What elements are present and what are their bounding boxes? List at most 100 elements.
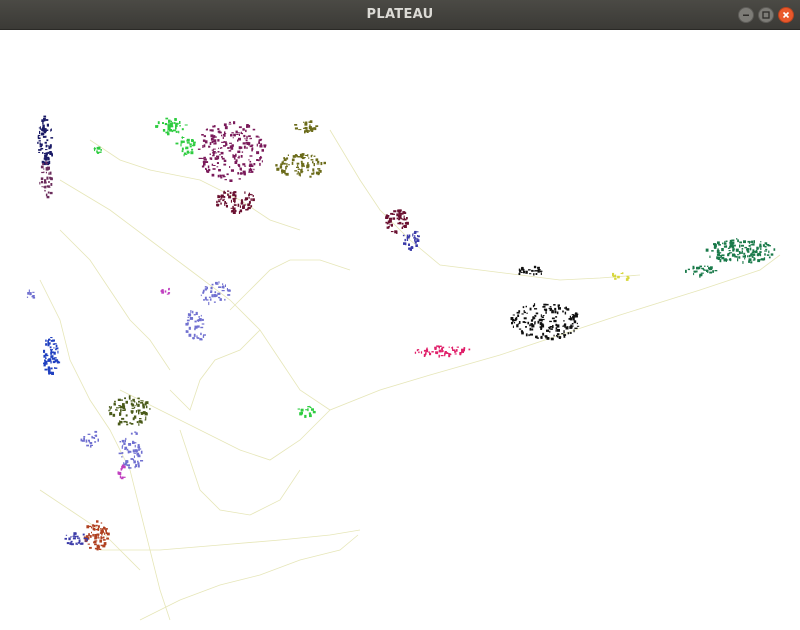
close-button[interactable] [778,7,794,23]
building-footprint [564,323,567,326]
building-footprint [197,148,201,150]
building-footprint [194,328,196,331]
building-footprint [303,121,305,123]
building-footprint [721,248,724,252]
building-footprint [37,136,39,138]
road-line [100,529,361,551]
building-footprint [283,158,287,162]
map-canvas[interactable] [0,30,800,630]
building-footprint [126,464,130,467]
building-footprint [93,541,95,544]
building-footprint [43,157,47,160]
building-footprint [697,266,701,270]
building-footprint [89,445,92,448]
building-footprint [124,397,126,400]
building-footprint [46,139,49,142]
building-footprint [553,334,555,337]
building-footprint [533,270,536,272]
minimize-button[interactable] [738,7,754,23]
building-footprint [197,337,200,339]
building-footprint [129,422,132,424]
building-footprint [403,242,406,245]
building-footprint [211,163,214,166]
building-footprint [297,164,299,167]
building-footprint [518,328,522,330]
building-footprint [135,410,138,413]
building-footprint [217,156,220,160]
building-footprint [744,254,746,258]
building-footprint [96,520,99,523]
building-footprint [316,163,320,165]
building-footprint [250,198,252,201]
building-footprint [119,441,121,443]
building-footprint [253,163,256,166]
building-footprint [248,168,250,172]
building-footprint [73,534,75,537]
maximize-button[interactable] [758,7,774,23]
building-footprint [50,337,53,339]
building-footprint [137,403,140,407]
building-footprint [544,309,548,312]
building-footprint [91,531,92,534]
building-footprint [528,269,531,271]
building-footprint [540,314,542,318]
building-footprint [305,121,308,125]
building-footprint [569,332,572,334]
building-footprint [302,165,305,167]
building-footprint [221,174,225,176]
building-footprint [702,268,705,270]
building-footprint [418,351,420,354]
building-footprint [213,294,216,298]
building-footprint [206,286,208,290]
building-footprint [249,155,253,157]
building-footprint [285,167,287,170]
building-footprint [213,135,216,138]
building-footprint [521,313,524,315]
building-footprint [768,250,770,254]
building-footprint [540,337,542,339]
building-footprint [312,168,315,172]
building-footprint [462,349,464,351]
building-footprint [181,150,184,153]
building-footprint [136,450,138,453]
building-footprint [537,266,540,269]
building-footprint [709,271,713,274]
building-footprint [132,417,135,421]
building-footprint [50,351,53,355]
building-footprint [237,150,241,153]
building-cluster [685,265,718,278]
building-footprint [310,155,313,158]
building-cluster [155,117,188,136]
building-footprint [413,237,417,239]
building-footprint [121,399,123,401]
building-footprint [308,121,311,123]
building-footprint [305,409,309,411]
building-footprint [243,145,246,149]
building-footprint [285,172,289,176]
building-footprint [89,442,93,445]
building-footprint [564,311,567,315]
building-footprint [242,163,246,166]
building-footprint [140,412,143,414]
building-footprint [542,332,545,336]
building-footprint [556,334,558,337]
building-footprint [569,315,571,318]
building-footprint [100,149,102,152]
building-footprint [770,253,774,256]
building-footprint [124,439,126,443]
building-footprint [126,423,129,426]
building-footprint [191,139,194,142]
building-footprint [44,359,46,362]
title-bar[interactable]: PLATEAU [0,0,800,30]
map-view[interactable] [0,30,800,630]
building-footprint [233,133,236,137]
building-footprint [740,252,744,254]
building-footprint [309,414,312,418]
building-footprint [729,252,733,254]
building-footprint [125,414,128,417]
building-footprint [45,339,47,342]
building-footprint [117,398,121,401]
building-footprint [242,142,246,145]
building-footprint [707,265,709,267]
building-footprint [297,408,301,410]
